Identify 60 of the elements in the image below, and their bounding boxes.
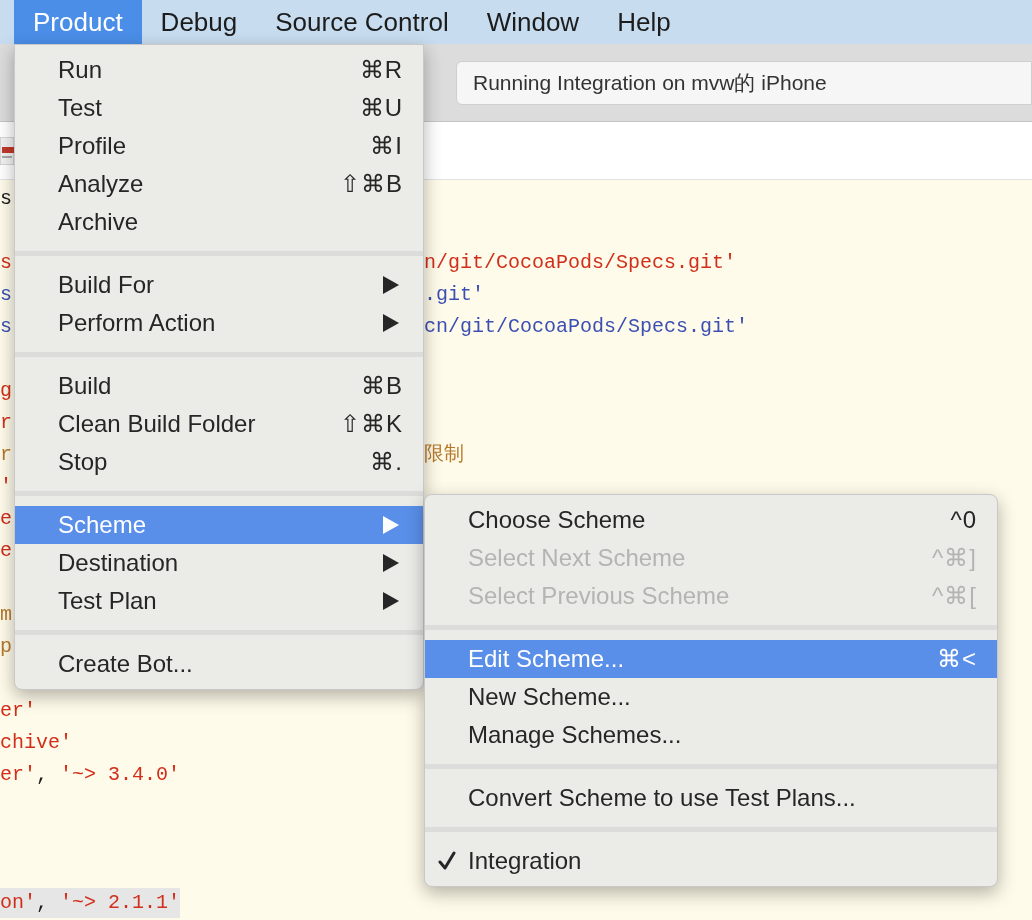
code-text: er' (0, 698, 36, 724)
shortcut-text: ⇧⌘B (340, 169, 403, 199)
menu-bar-item[interactable]: Window (467, 0, 599, 44)
menu-item[interactable]: Create Bot... (15, 645, 423, 683)
code-text: on', '~> 2.1.1' (0, 888, 181, 918)
submenu-arrow-icon (383, 516, 399, 534)
menu-item[interactable]: Manage Schemes... (425, 716, 997, 754)
menu-bar-item[interactable]: Source Control (256, 0, 468, 44)
shortcut-text: ⌘B (361, 371, 403, 401)
menu-bar-item[interactable]: Debug (141, 0, 257, 44)
code-text: ' (0, 474, 12, 500)
menu-item[interactable]: Stop ⌘. (15, 443, 423, 481)
shortcut-text: ^0 (950, 505, 977, 535)
code-text: s (0, 282, 12, 308)
code-text: n/git/CocoaPods/Specs.git' (424, 250, 737, 276)
shortcut-text: ^⌘] (932, 543, 977, 573)
menu-item[interactable]: Clean Build Folder ⇧⌘K (15, 405, 423, 443)
shortcut-text: ⌘R (359, 55, 403, 85)
menu-item[interactable]: Integration (425, 842, 997, 880)
menu-bar-item[interactable]: Help (598, 0, 690, 44)
menu-item[interactable]: Archive (15, 203, 423, 241)
shortcut-text: ^⌘[ (932, 581, 977, 611)
menu-item[interactable]: Destination (15, 544, 423, 582)
code-text: er', '~> 3.4.0' (0, 762, 181, 788)
shortcut-text: ⇧⌘K (340, 409, 403, 439)
submenu-arrow-icon (383, 592, 399, 610)
code-text: s (0, 314, 12, 340)
activity-field: Running Integration on mvw的 iPhone (456, 60, 1032, 105)
shortcut-text: ⌘< (937, 644, 977, 674)
code-text: e (0, 538, 12, 564)
shortcut-text: ⌘. (370, 447, 403, 477)
code-text: p (0, 634, 12, 660)
menu-item[interactable]: Analyze ⇧⌘B (15, 165, 423, 203)
menu-item[interactable]: Build For (15, 266, 423, 304)
code-text: e (0, 506, 12, 532)
menu-item[interactable]: Perform Action (15, 304, 423, 342)
code-text: s (0, 186, 12, 212)
menu-item[interactable]: New Scheme... (425, 678, 997, 716)
code-text: chive' (0, 730, 72, 756)
submenu-arrow-icon (383, 554, 399, 572)
submenu-arrow-icon (383, 314, 399, 332)
code-text: r (0, 442, 12, 468)
menu-item[interactable]: Build ⌘B (15, 367, 423, 405)
submenu-arrow-icon (383, 276, 399, 294)
menu-item[interactable]: Choose Scheme ^0 (425, 501, 997, 539)
shortcut-text: ⌘I (370, 131, 403, 161)
checkmark-icon (438, 851, 456, 871)
menu-item[interactable]: Test Plan (15, 582, 423, 620)
menu-item[interactable]: Convert Scheme to use Test Plans... (425, 779, 997, 817)
menu-item[interactable]: Test ⌘U (15, 89, 423, 127)
code-text: cn/git/CocoaPods/Specs.git' (424, 314, 749, 340)
code-text: g (0, 378, 12, 404)
code-text: m (0, 602, 12, 628)
code-text: r (0, 410, 12, 436)
shortcut-text: ⌘U (359, 93, 403, 123)
code-text: 限制 (424, 442, 464, 468)
menu-item[interactable]: Run ⌘R (15, 51, 423, 89)
menu-item[interactable]: Profile ⌘I (15, 127, 423, 165)
code-text: s (0, 250, 12, 276)
code-text: .git' (424, 282, 484, 308)
